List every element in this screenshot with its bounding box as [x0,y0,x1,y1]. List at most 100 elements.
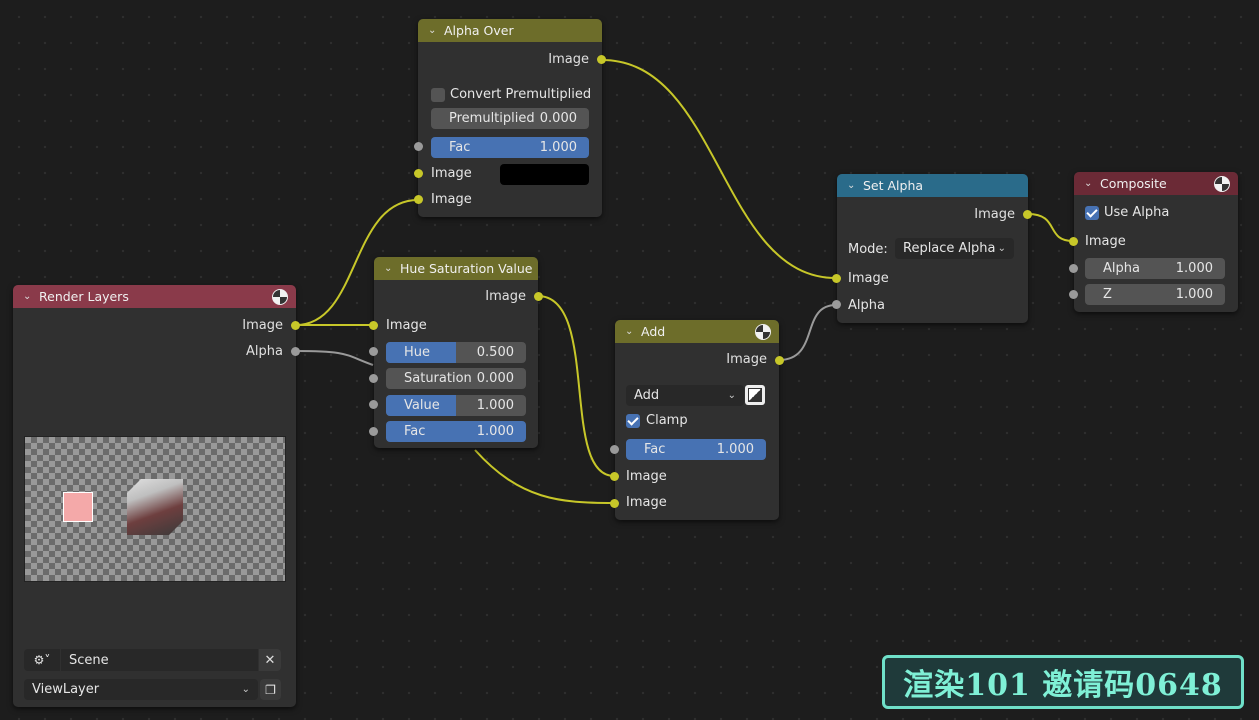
chevron-down-icon[interactable]: ⌄ [1084,178,1094,189]
composite-header[interactable]: ⌄ Composite [1074,172,1238,195]
value-value: 1.000 [476,398,514,413]
alpha-field[interactable]: Alpha 1.000 [1085,258,1225,279]
render-icon[interactable] [272,289,288,305]
scene-icon: ⚙˅ [33,653,51,667]
output-image-label: Image [242,318,283,333]
chevron-down-icon: ⌄ [997,243,1006,254]
chevron-down-icon[interactable]: ⌄ [384,263,394,274]
add-node[interactable]: ⌄ Add Image Add ⌄ Clamp Fac 1.000 Image … [615,320,779,520]
input-image-label-2: Image [431,192,472,207]
render-layers-output-alpha-socket[interactable] [291,347,300,356]
render-icon[interactable] [1214,176,1230,192]
add-fac-socket[interactable] [610,445,619,454]
alpha-mix-icon [748,388,762,402]
chevron-down-icon[interactable]: ⌄ [625,326,635,337]
saturation-field[interactable]: Saturation 0.000 [386,368,526,389]
premultiplied-field[interactable]: Premultiplied 0.000 [431,108,589,129]
add-output-image-socket[interactable] [775,356,784,365]
composite-input-image-socket[interactable] [1069,237,1078,246]
render-layers-header[interactable]: ⌄ Render Layers [13,285,296,308]
convert-premultiplied-checkbox[interactable] [431,88,445,102]
hsv-fac-socket[interactable] [369,427,378,436]
fac-label: Fac [644,442,666,457]
hsv-header[interactable]: ⌄ Hue Saturation Value [374,257,538,280]
z-value: 1.000 [1175,287,1213,302]
alpha-over-header[interactable]: ⌄ Alpha Over [418,19,602,42]
saturation-label: Saturation [404,371,472,386]
set-alpha-output-image-socket[interactable] [1023,210,1032,219]
input-image-label-1: Image [626,469,667,484]
set-alpha-header[interactable]: ⌄ Set Alpha [837,174,1028,197]
input-alpha-label: Alpha [848,298,885,313]
z-label: Z [1103,287,1112,302]
output-image-label: Image [548,52,589,67]
link-hsv-to-add-2 [474,449,615,504]
hsv-saturation-socket[interactable] [369,374,378,383]
alpha-over-fac-socket[interactable] [414,142,423,151]
hsv-hue-socket[interactable] [369,347,378,356]
link-hsv-to-add-1 [537,295,615,477]
composite-z-socket[interactable] [1069,290,1078,299]
chevron-down-icon[interactable]: ⌄ [23,291,33,302]
add-input-image-1-socket[interactable] [610,472,619,481]
input-image-label-1: Image [431,166,472,181]
output-image-label: Image [974,207,1015,222]
hsv-output-image-socket[interactable] [534,292,543,301]
input-image-label: Image [848,271,889,286]
fac-value: 1.000 [476,424,514,439]
set-alpha-node[interactable]: ⌄ Set Alpha Image Mode: Replace Alpha ⌄ … [837,174,1028,323]
blend-mode-dropdown[interactable]: Add ⌄ [626,385,744,406]
alpha-value: 1.000 [1175,261,1213,276]
render-layers-output-image-socket[interactable] [291,321,300,330]
set-alpha-input-alpha-socket[interactable] [832,300,841,309]
input-image-label-2: Image [626,495,667,510]
fac-field[interactable]: Fac 1.000 [431,137,589,158]
node-title: Set Alpha [863,178,924,193]
view-layer-new-button[interactable]: ❐ [260,679,281,700]
view-layer-dropdown[interactable]: ViewLayer ⌄ [24,679,258,700]
chevron-down-icon[interactable]: ⌄ [428,25,438,36]
output-image-label: Image [485,289,526,304]
background-color-swatch[interactable] [500,164,589,185]
fac-field[interactable]: Fac 1.000 [386,421,526,442]
node-title: Composite [1100,176,1167,191]
clear-scene-button[interactable]: ✕ [259,649,281,671]
fac-value: 1.000 [539,140,577,155]
premultiplied-value: 0.000 [539,111,577,126]
alpha-over-input-image-2-socket[interactable] [414,195,423,204]
input-image-label: Image [1085,234,1126,249]
use-alpha-checkbox[interactable] [1085,206,1099,220]
watermark-text: 渲染101 邀请码0648 [903,668,1223,703]
value-field[interactable]: Value 1.000 [386,395,526,416]
alpha-over-node[interactable]: ⌄ Alpha Over Image Convert Premultiplied… [418,19,602,217]
fac-field[interactable]: Fac 1.000 [626,439,766,460]
alpha-over-input-image-1-socket[interactable] [414,169,423,178]
set-alpha-input-image-socket[interactable] [832,274,841,283]
scene-field[interactable]: Scene [61,649,258,671]
value-label: Value [404,398,440,413]
scene-selector[interactable]: ⚙˅ [24,649,60,671]
add-input-image-2-socket[interactable] [610,499,619,508]
use-alpha-toggle-button[interactable] [745,385,765,405]
render-icon[interactable] [755,324,771,340]
alpha-label: Alpha [1103,261,1140,276]
alpha-over-output-image-socket[interactable] [597,55,606,64]
clamp-label: Clamp [646,413,688,428]
mode-dropdown[interactable]: Replace Alpha ⌄ [895,238,1014,259]
close-icon: ✕ [264,652,276,668]
clamp-checkbox[interactable] [626,414,640,428]
composite-node[interactable]: ⌄ Composite Use Alpha Image Alpha 1.000 … [1074,172,1238,312]
hue-saturation-value-node[interactable]: ⌄ Hue Saturation Value Image Image Hue 0… [374,257,538,448]
add-header[interactable]: ⌄ Add [615,320,779,343]
link-renderlayers-alpha-to-hsv [295,350,374,366]
z-field[interactable]: Z 1.000 [1085,284,1225,305]
chevron-down-icon[interactable]: ⌄ [847,180,857,191]
convert-premultiplied-label: Convert Premultiplied [450,87,592,102]
hsv-input-image-socket[interactable] [369,321,378,330]
copy-icon: ❐ [265,682,276,697]
hsv-value-socket[interactable] [369,400,378,409]
output-alpha-label: Alpha [246,344,283,359]
composite-alpha-socket[interactable] [1069,264,1078,273]
fac-value: 1.000 [716,442,754,457]
hue-field[interactable]: Hue 0.500 [386,342,526,363]
